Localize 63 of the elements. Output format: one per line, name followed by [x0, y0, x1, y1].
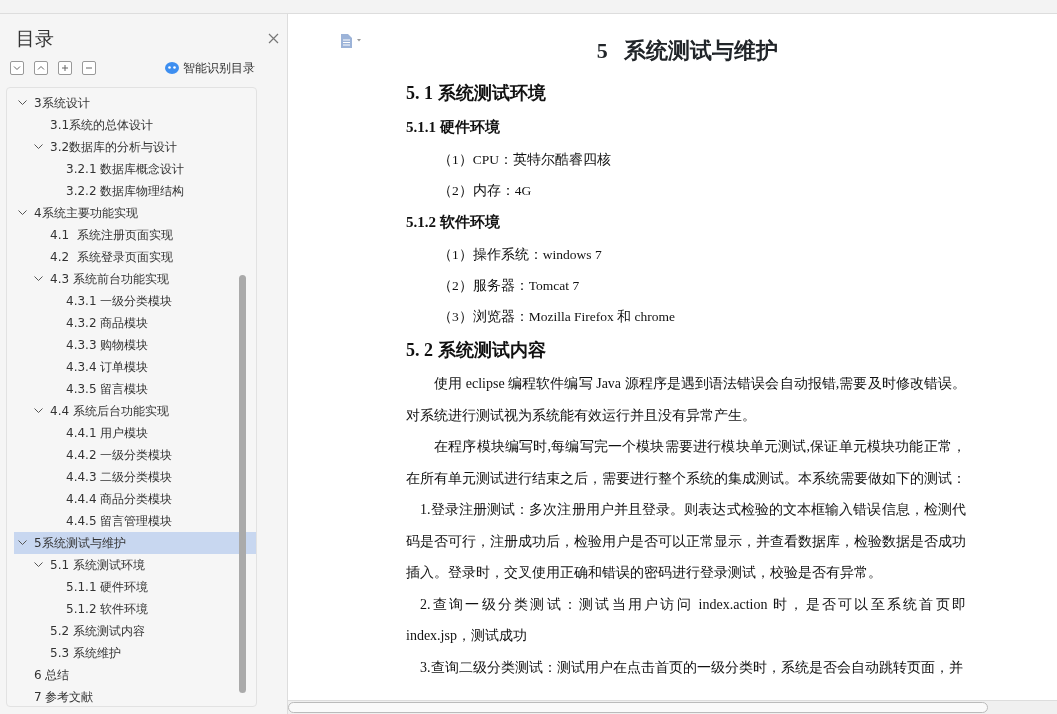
chevron-up-icon: [37, 63, 45, 72]
chevron-down-icon[interactable]: [18, 209, 27, 216]
sidebar-title: 目录: [16, 26, 54, 51]
chevron-down-icon[interactable]: [18, 539, 27, 546]
collapse-all-button[interactable]: [10, 60, 24, 75]
section-heading: 5. 1 系统测试环境: [406, 82, 547, 105]
chevron-down-icon[interactable]: [34, 143, 43, 150]
toc-item[interactable]: 4.3 系统前台功能实现: [14, 267, 256, 290]
list-item: （3）浏览器：Mozilla Firefox 和 chrome: [437, 308, 677, 326]
scrollbar-thumb[interactable]: [239, 275, 246, 693]
toc-item[interactable]: 4.3.1 一级分类模块: [14, 289, 256, 312]
toc-item[interactable]: 4.4.3 二级分类模块: [14, 465, 256, 488]
toc-item[interactable]: 5.1 系统测试环境: [14, 553, 256, 576]
paragraph: 在程序模块编写时,每编写完一个模块需要进行模块单元测试,保证单元模块功能正常，在所有单元测试进行结束之后，需要进行整个系统的集成测试。本系统需要做如下的测试：: [406, 438, 966, 488]
list-item: （2）服务器：Tomcat 7: [437, 277, 581, 295]
toc-item[interactable]: 4.3.4 订单模块: [14, 355, 256, 378]
section-heading: 5. 2 系统测试内容: [406, 339, 547, 362]
toc-item[interactable]: 5.1.2 软件环境: [14, 597, 256, 620]
toc-item[interactable]: 5系统测试与维护: [14, 531, 256, 554]
list-item: （1）CPU：英特尔酷睿四核: [437, 151, 612, 169]
chevron-down-icon[interactable]: [34, 275, 43, 282]
numbered-paragraph: 3.查询二级分类测试：测试用户在点击首页的一级分类时，系统是否会自动跳转页面，并: [419, 658, 964, 677]
chevron-down-icon[interactable]: [18, 99, 27, 106]
toc-item[interactable]: 5.3 系统维护: [14, 641, 256, 664]
plus-icon: [61, 63, 69, 72]
numbered-paragraph: 2.查询一级分类测试：测试当用户访问 index.action 时，是否可以至系统首页即 index.jsp，测试成功: [406, 595, 966, 645]
list-item: （1）操作系统：windows 7: [437, 246, 603, 264]
expand-up-button[interactable]: [34, 60, 48, 75]
subsection-heading: 5.1.1 硬件环境: [406, 118, 501, 137]
robot-icon: [165, 61, 179, 74]
chevron-down-icon[interactable]: [34, 561, 43, 568]
list-item: （2）内存：4G: [437, 182, 533, 200]
toc-item[interactable]: 3.2.1 数据库概念设计: [14, 157, 256, 180]
smart-toc-button[interactable]: 智能识别目录: [183, 58, 255, 77]
toc-item[interactable]: 5.1.1 硬件环境: [14, 575, 256, 598]
toc-item[interactable]: 4.4.2 一级分类模块: [14, 443, 256, 466]
toc-item[interactable]: 4.3.3 购物模块: [14, 333, 256, 356]
toc-item[interactable]: 3系统设计: [14, 91, 256, 114]
scrollbar-thumb[interactable]: [288, 702, 988, 713]
toc-item[interactable]: 4.4.4 商品分类模块: [14, 487, 256, 510]
toc-item[interactable]: 4系统主要功能实现: [14, 201, 256, 224]
plus-button[interactable]: [58, 60, 72, 75]
close-icon[interactable]: [268, 32, 279, 44]
numbered-paragraph: 1.登录注册测试：多次注册用户并且登录。则表达式检验的文本框输入错误信息，检测代码是否可行，注册成功后，检验用户是否可以正常显示，并查看数据库，检验数据是否成功插入。登录时，交叉使用正确和错误的密码进行登录测试，校验是否有异常。: [406, 501, 966, 582]
toc-item[interactable]: 5.2 系统测试内容: [14, 619, 256, 642]
toc-item[interactable]: 3.2.2 数据库物理结构: [14, 179, 256, 202]
toc-item[interactable]: 4.4.5 留言管理模块: [14, 509, 256, 532]
chevron-down-icon: [13, 63, 21, 72]
toc-item[interactable]: 6 总结: [14, 663, 256, 686]
subsection-heading: 5.1.2 软件环境: [406, 213, 501, 232]
toc-item[interactable]: 7 参考文献: [14, 685, 256, 708]
toc-item[interactable]: 4.3.2 商品模块: [14, 311, 256, 334]
toc-item[interactable]: 4.3.5 留言模块: [14, 377, 256, 400]
toc-item[interactable]: 3.1系统的总体设计: [14, 113, 256, 136]
document-title: 5 系统测试与维护: [596, 37, 779, 65]
toc-item[interactable]: 4.4 系统后台功能实现: [14, 399, 256, 422]
toc-item[interactable]: 4.4.1 用户模块: [14, 421, 256, 444]
toc-item[interactable]: 4.2 系统登录页面实现: [14, 245, 256, 268]
minus-button[interactable]: [82, 60, 96, 75]
paragraph: 使用 eclipse 编程软件编写 Java 源程序是遇到语法错误会自动报错,需要及时修改错误。对系统进行测试视为系统能有效运行并且没有异常产生。: [406, 375, 966, 425]
toc-item[interactable]: 4.1 系统注册页面实现: [14, 223, 256, 246]
chevron-down-icon[interactable]: [34, 407, 43, 414]
toc-item[interactable]: 3.2数据库的分析与设计: [14, 135, 256, 158]
